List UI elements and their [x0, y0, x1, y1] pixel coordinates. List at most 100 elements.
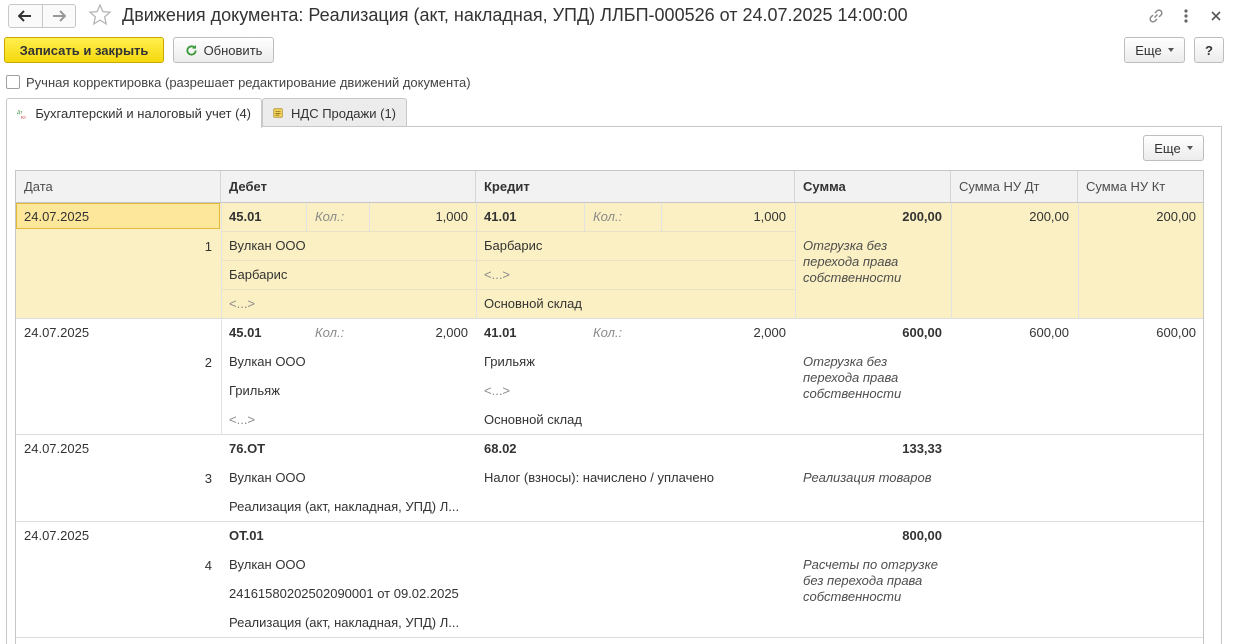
debit-subconto-3[interactable]: <...>	[229, 412, 255, 428]
tab-accounting[interactable]: Дт Кт Бухгалтерский и налоговый учет (4)	[6, 98, 262, 128]
manual-correction-label[interactable]: Ручная корректировка (разрешает редактир…	[26, 75, 471, 90]
credit-account[interactable]: 41.01	[484, 209, 517, 225]
title-bar: Движения документа: Реализация (акт, нак…	[0, 0, 1234, 32]
debit-qty[interactable]: 2,000	[376, 325, 468, 341]
credit-subconto-2[interactable]: <...>	[484, 383, 510, 399]
tab-vat-sales[interactable]: НДС Продажи (1)	[262, 98, 407, 127]
column-header-date[interactable]: Дата	[16, 171, 221, 202]
movements-table[interactable]: Дата Дебет Кредит Сумма Сумма НУ Дт Сумм…	[15, 170, 1204, 644]
help-button[interactable]: ?	[1194, 37, 1224, 63]
back-button[interactable]	[9, 5, 42, 27]
row-content[interactable]: Отгрузка без перехода права собственност…	[803, 354, 943, 402]
credit-subconto-3[interactable]: Основной склад	[484, 412, 582, 428]
more-actions-icon[interactable]	[1176, 6, 1196, 26]
credit-subconto-2[interactable]: <...>	[484, 267, 510, 283]
debit-account[interactable]: 45.01	[229, 209, 262, 225]
row-date[interactable]: 24.07.2025	[24, 209, 89, 225]
column-divider	[584, 203, 585, 231]
row-number: 2	[204, 355, 212, 370]
panel-more-button[interactable]: Еще	[1143, 135, 1204, 161]
row-content[interactable]: Расчеты по отгрузке без перехода права с…	[803, 557, 948, 605]
credit-qty[interactable]: 1,000	[666, 209, 786, 225]
debit-subconto-2[interactable]: 24161580202502090001 от 09.02.2025	[229, 586, 459, 602]
manual-correction-checkbox[interactable]	[6, 75, 20, 89]
debit-qty-label: Кол.:	[315, 209, 345, 224]
credit-subconto-1[interactable]: Налог (взносы): начислено / уплачено	[484, 470, 714, 486]
row-divider	[221, 231, 795, 232]
row-sum[interactable]: 200,00	[806, 209, 942, 225]
favorite-star-icon[interactable]	[88, 3, 112, 27]
row-date[interactable]: 24.07.2025	[24, 441, 89, 457]
column-divider	[795, 203, 796, 319]
column-divider	[369, 203, 370, 231]
table-row[interactable]: 24.07.2025 1 45.01 Кол.: 1,000 Вулкан ОО…	[16, 203, 1203, 319]
credit-qty-label: Кол.:	[593, 209, 623, 224]
row-divider	[221, 260, 795, 261]
row-number: 3	[204, 471, 212, 486]
close-icon[interactable]	[1206, 6, 1226, 26]
row-nu-kt[interactable]: 600,00	[1083, 325, 1196, 341]
refresh-button[interactable]: Обновить	[173, 37, 274, 63]
dropdown-caret-icon	[1167, 48, 1174, 52]
column-divider	[951, 203, 952, 319]
save-and-close-button[interactable]: Записать и закрыть	[4, 37, 164, 63]
row-divider	[221, 289, 795, 290]
row-date[interactable]: 24.07.2025	[24, 528, 89, 544]
more-button[interactable]: Еще	[1124, 37, 1185, 63]
refresh-icon	[185, 44, 197, 56]
row-number: 1	[204, 239, 212, 254]
debit-subconto-3[interactable]: Реализация (акт, накладная, УПД) Л...	[229, 615, 469, 631]
credit-account[interactable]: 41.01	[484, 325, 517, 341]
row-date[interactable]: 24.07.2025	[24, 325, 89, 341]
row-nu-dt[interactable]: 200,00	[956, 209, 1069, 225]
debit-subconto-3[interactable]: <...>	[229, 296, 255, 312]
debit-subconto-1[interactable]: Вулкан ООО	[229, 354, 306, 370]
svg-text:Кт: Кт	[21, 114, 27, 120]
column-divider	[221, 319, 222, 435]
debit-account[interactable]: 45.01	[229, 325, 262, 341]
credit-subconto-1[interactable]: Грильяж	[484, 354, 535, 370]
column-divider	[661, 203, 662, 231]
arrow-left-icon	[18, 10, 32, 22]
navigation-buttons	[8, 4, 76, 28]
column-header-nu-kt[interactable]: Сумма НУ Кт	[1078, 171, 1203, 202]
table-header: Дата Дебет Кредит Сумма Сумма НУ Дт Сумм…	[16, 171, 1203, 203]
credit-account[interactable]: 68.02	[484, 441, 517, 457]
table-row[interactable]: 24.07.2025 3 76.ОТ Вулкан ООО Реализация…	[16, 435, 1203, 522]
manual-correction-row: Ручная корректировка (разрешает редактир…	[6, 73, 471, 91]
row-nu-kt[interactable]: 200,00	[1083, 209, 1196, 225]
window-title: Движения документа: Реализация (акт, нак…	[122, 5, 908, 25]
debit-subconto-1[interactable]: Вулкан ООО	[229, 557, 306, 573]
link-icon[interactable]	[1146, 6, 1166, 26]
row-content[interactable]: Отгрузка без перехода права собственност…	[803, 238, 943, 286]
credit-qty[interactable]: 2,000	[666, 325, 786, 341]
table-row[interactable]: 24.07.2025 2 45.01 Кол.: 2,000 Вулкан ОО…	[16, 319, 1203, 435]
credit-qty-label: Кол.:	[593, 325, 623, 340]
table-row[interactable]: 24.07.2025 4 ОТ.01 Вулкан ООО 2416158020…	[16, 522, 1203, 638]
debit-subconto-2[interactable]: Реализация (акт, накладная, УПД) Л...	[229, 499, 469, 515]
credit-subconto-1[interactable]: Барбарис	[484, 238, 542, 254]
row-number: 4	[204, 558, 212, 573]
debit-subconto-2[interactable]: Грильяж	[229, 383, 280, 399]
row-sum[interactable]: 800,00	[806, 528, 942, 544]
debit-subconto-2[interactable]: Барбарис	[229, 267, 287, 283]
column-divider	[221, 203, 222, 319]
row-nu-dt[interactable]: 600,00	[956, 325, 1069, 341]
column-header-debit[interactable]: Дебет	[221, 171, 476, 202]
debit-qty-label: Кол.:	[315, 325, 345, 340]
debit-account[interactable]: 76.ОТ	[229, 441, 265, 457]
column-header-sum[interactable]: Сумма	[795, 171, 951, 202]
svg-text:Дт: Дт	[17, 109, 23, 115]
row-sum[interactable]: 600,00	[806, 325, 942, 341]
dt-kt-icon: Дт Кт	[17, 109, 27, 120]
credit-subconto-3[interactable]: Основной склад	[484, 296, 582, 312]
debit-subconto-1[interactable]: Вулкан ООО	[229, 238, 306, 254]
column-header-credit[interactable]: Кредит	[476, 171, 795, 202]
debit-qty[interactable]: 1,000	[376, 209, 468, 225]
column-header-nu-dt[interactable]: Сумма НУ Дт	[951, 171, 1078, 202]
forward-button[interactable]	[41, 5, 75, 27]
debit-account[interactable]: ОТ.01	[229, 528, 264, 544]
row-content[interactable]: Реализация товаров	[803, 470, 943, 486]
row-sum[interactable]: 133,33	[806, 441, 942, 457]
debit-subconto-1[interactable]: Вулкан ООО	[229, 470, 306, 486]
